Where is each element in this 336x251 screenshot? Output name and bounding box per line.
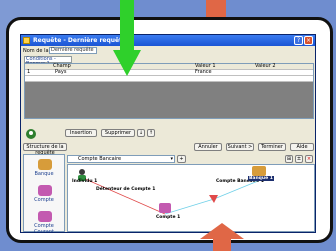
row-number: 1: [27, 69, 31, 75]
window-titlebar: Requête - Dernière requête: [21, 35, 315, 46]
account-icon: [38, 185, 52, 196]
node-compte[interactable]: Compte 1: [156, 215, 180, 220]
sidebar-item-compte[interactable]: Compte: [24, 183, 64, 205]
sidebar-item-banque[interactable]: Banque: [24, 157, 64, 179]
green-arrow-icon: [113, 0, 141, 76]
current-account-icon: [38, 211, 52, 222]
help-window-button[interactable]: ?: [294, 36, 303, 45]
node-banque[interactable]: Banque 1: [248, 176, 274, 181]
query-icon: [25, 125, 37, 139]
conditions-grid: Champ Valeur 1 Valeur 2 1 Pays France: [24, 63, 314, 119]
header-valeur2: Valeur 2: [255, 63, 276, 69]
cell-valeur1[interactable]: France: [195, 70, 212, 75]
entity-combo[interactable]: Compte Bancaire ▾: [67, 155, 175, 163]
structure-button[interactable]: Structure de la requête: [23, 143, 67, 156]
chevron-down-icon[interactable]: ▾: [170, 156, 173, 162]
bank-icon: [38, 159, 52, 170]
entity-sidebar: Banque Compte Compte Courant: [23, 154, 65, 232]
tab-conditions[interactable]: Conditions - Banque 1 (Banque): [24, 56, 72, 72]
account-node-icon[interactable]: [159, 203, 171, 213]
delete-icon[interactable]: ×: [305, 155, 313, 163]
layout-icon[interactable]: ⊞: [285, 155, 293, 163]
red-marker-top: [206, 0, 226, 17]
node-detenteur[interactable]: Détenteur de Compte 1: [96, 187, 155, 192]
sidebar-item-label: Compte: [34, 197, 54, 203]
structure-canvas: Individu 1 Détenteur de Compte 1 Compte …: [67, 164, 315, 232]
cell-champ[interactable]: Pays: [55, 70, 66, 75]
combo-value: Compte Bancaire: [78, 156, 122, 162]
red-arrow-icon: [200, 223, 244, 251]
bank-node-icon[interactable]: [252, 166, 266, 176]
zoom-icon[interactable]: ±: [295, 155, 303, 163]
query-window: Requête - Dernière requête ? × Nom de la…: [20, 34, 316, 233]
move-up-button[interactable]: ↑: [147, 129, 155, 137]
aide-button[interactable]: Aide: [290, 143, 314, 151]
person-icon[interactable]: [77, 166, 87, 181]
supprimer-button[interactable]: Supprimer: [101, 129, 135, 137]
add-entity-button[interactable]: +: [177, 155, 186, 163]
suivant-button[interactable]: Suivant >: [226, 143, 254, 151]
query-name-field[interactable]: Dernière requête: [49, 47, 97, 54]
sidebar-item-compte-courant[interactable]: Compte Courant: [24, 209, 64, 233]
move-down-button[interactable]: ↓: [137, 129, 145, 137]
relation-lines: [82, 177, 259, 215]
sidebar-item-label: Compte Courant: [34, 223, 54, 233]
app-icon: [23, 37, 30, 44]
close-icon[interactable]: ×: [304, 36, 313, 45]
sidebar-item-label: Banque: [34, 171, 54, 177]
insertion-button[interactable]: Insertion: [65, 129, 97, 137]
terminer-button[interactable]: Terminer: [258, 143, 286, 151]
table-row-empty[interactable]: [25, 76, 313, 82]
node-individu[interactable]: Individu 1: [72, 179, 97, 184]
annuler-button[interactable]: Annuler: [194, 143, 222, 151]
